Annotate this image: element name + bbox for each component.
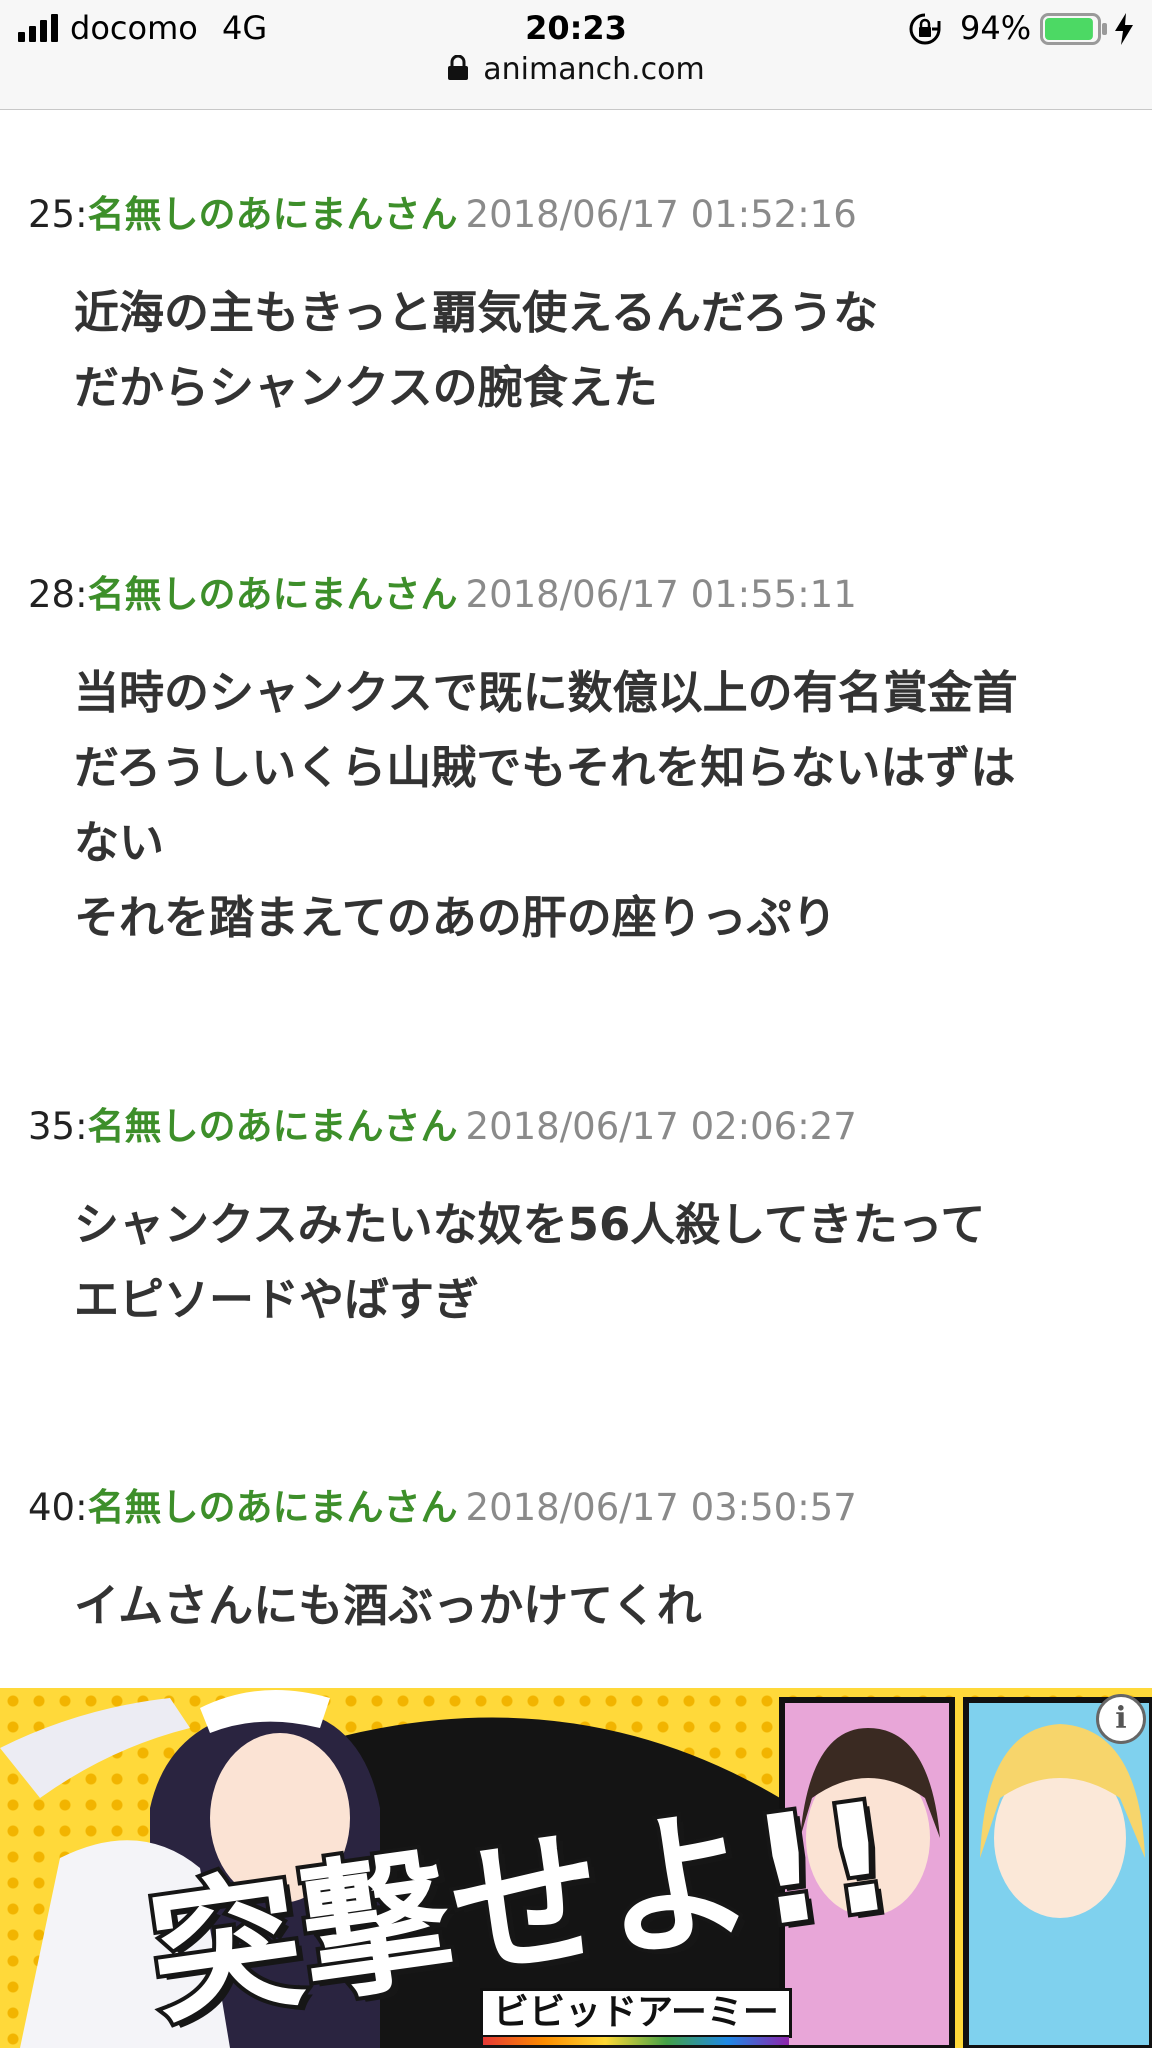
status-bar: docomo 4G 20:23 94% — [0, 0, 1152, 56]
charging-bolt-icon — [1115, 13, 1133, 45]
post-date: 2018/06/17 01:55:11 — [465, 573, 857, 616]
ad-banner[interactable]: 突撃せよ!! ビビッドアーミー i — [0, 1688, 1152, 2048]
post-header: 28:名無しのあにまんさん 2018/06/17 01:55:11 — [28, 570, 857, 620]
post-header: 25:名無しのあにまんさん 2018/06/17 01:52:16 — [28, 190, 857, 240]
post-body: シャンクスみたいな奴を56人殺してきたって エピソードやばすぎ — [74, 1187, 1134, 1337]
post-line: それを踏まえてのあの肝の座りっぷり — [74, 891, 837, 944]
post-body: 近海の主もきっと覇気使えるんだろうな だからシャンクスの腕食えた — [74, 275, 1134, 425]
post-author: 名無しのあにまんさん — [87, 1486, 458, 1529]
ad-info-icon[interactable]: i — [1096, 1694, 1146, 1744]
post-header: 35:名無しのあにまんさん 2018/06/17 02:06:27 — [28, 1102, 857, 1152]
url-domain[interactable]: animanch.com — [483, 52, 704, 87]
post-line: シャンクスみたいな奴を56人殺してきたって — [74, 1198, 986, 1251]
post-number[interactable]: 28: — [28, 573, 88, 616]
post-date: 2018/06/17 03:50:57 — [465, 1486, 857, 1529]
ad-logo-text: ビビッドアーミー — [493, 1992, 779, 2033]
ad-logo-stripe — [483, 2037, 789, 2045]
address-bar[interactable]: animanch.com — [0, 52, 1152, 96]
post-date: 2018/06/17 01:52:16 — [465, 193, 857, 236]
post-header: 40:名無しのあにまんさん 2018/06/17 03:50:57 — [28, 1483, 857, 1533]
battery-icon — [1040, 13, 1107, 45]
post-number[interactable]: 25: — [28, 193, 88, 236]
rotation-lock-icon — [909, 13, 941, 45]
post-author: 名無しのあにまんさん — [87, 1105, 458, 1148]
battery-percent: 94% — [960, 9, 1032, 47]
post-line: 当時のシャンクスで既に数億以上の有名賞金首 — [74, 666, 1018, 719]
post-line: ない — [74, 816, 165, 869]
post-line: イムさんにも酒ぶっかけてくれ — [74, 1579, 702, 1632]
post-number[interactable]: 35: — [28, 1105, 88, 1148]
browser-top-bar: docomo 4G 20:23 94% animanch.com — [0, 0, 1152, 110]
post-line: エピソードやばすぎ — [74, 1273, 480, 1326]
ad-logo: ビビッドアーミー — [480, 1988, 792, 2045]
post-line: 近海の主もきっと覇気使えるんだろうな — [74, 286, 879, 339]
lock-icon — [448, 55, 469, 80]
post-author: 名無しのあにまんさん — [87, 193, 458, 236]
post-number[interactable]: 40: — [28, 1486, 88, 1529]
post-author: 名無しのあにまんさん — [87, 573, 458, 616]
post-line: だろうしいくら山賊でもそれを知らないはずは — [74, 741, 1016, 794]
post-body: イムさんにも酒ぶっかけてくれ — [74, 1568, 1134, 1643]
post-body: 当時のシャンクスで既に数億以上の有名賞金首 だろうしいくら山賊でもそれを知らない… — [74, 655, 1134, 955]
post-date: 2018/06/17 02:06:27 — [465, 1105, 857, 1148]
post-line: だからシャンクスの腕食えた — [74, 361, 658, 414]
